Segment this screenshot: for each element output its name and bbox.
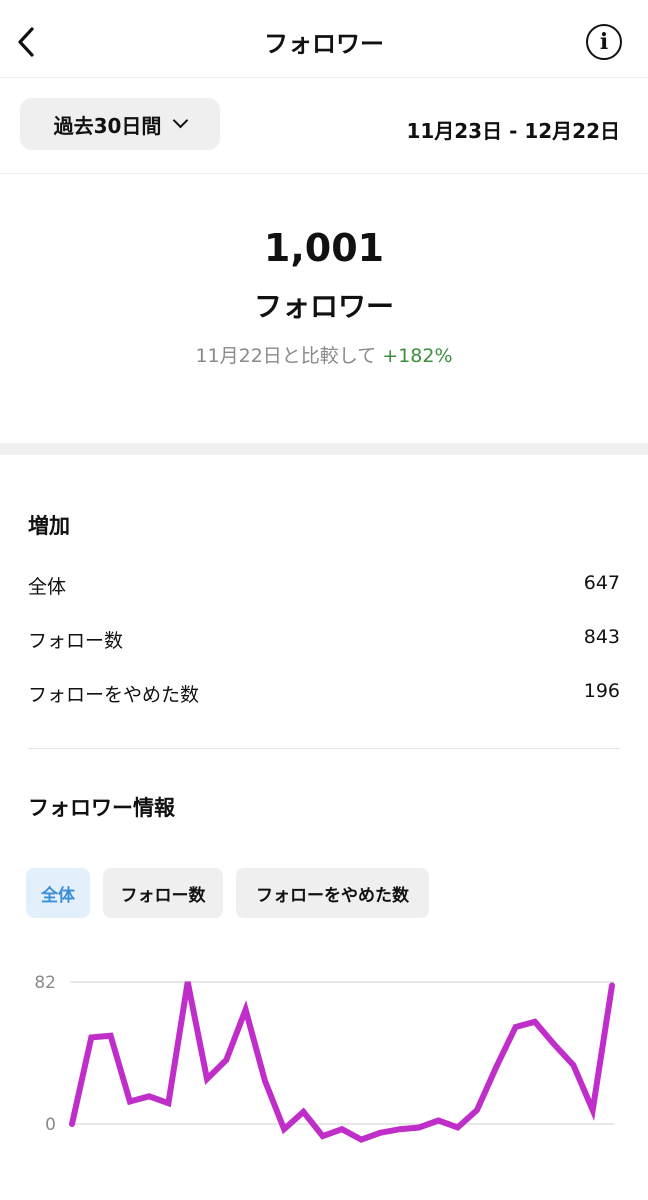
tab-follows[interactable]: フォロー数	[103, 868, 223, 918]
tab-unfollows[interactable]: フォローをやめた数	[236, 868, 429, 918]
follower-summary: 1,001 フォロワー 11月22日と比較して +182%	[0, 175, 648, 443]
date-range: 11月23日 - 12月22日	[406, 119, 620, 143]
y-tick-label: 0	[45, 1115, 56, 1135]
stat-label: フォローをやめた数	[28, 684, 200, 706]
period-dropdown[interactable]: 過去30日間	[20, 98, 220, 150]
y-tick-label: 82	[34, 973, 56, 993]
page-title: フォロワー	[264, 30, 384, 58]
info-button[interactable]: i	[586, 24, 622, 60]
stat-value: 647	[583, 572, 620, 594]
info-icon: i	[599, 29, 609, 55]
stat-row-unfollows: フォローをやめた数 196	[28, 680, 620, 710]
stat-label: フォロー数	[28, 630, 124, 652]
divider	[28, 748, 620, 749]
compare-change: +182%	[382, 345, 453, 367]
period-label: 過去30日間	[53, 113, 162, 138]
series-line	[69, 981, 615, 1143]
app-header: フォロワー i	[0, 0, 648, 78]
growth-title: 増加	[28, 514, 70, 538]
stat-label: 全体	[28, 576, 67, 598]
follower-total: 1,001	[263, 226, 385, 270]
section-separator	[0, 443, 648, 455]
compare-date-text: 11月22日と比較して	[195, 345, 377, 367]
stat-value: 843	[583, 626, 620, 648]
compare-text: 11月22日と比較して +182%	[0, 341, 648, 368]
follower-info-title: フォロワー情報	[28, 796, 175, 820]
stat-row-follows: フォロー数 843	[28, 626, 620, 656]
chevron-down-icon	[173, 112, 189, 129]
stat-row-total: 全体 647	[28, 572, 620, 602]
follower-line-chart: 82 0	[34, 973, 615, 1143]
follower-total-label: フォロワー	[253, 290, 394, 323]
tab-all[interactable]: 全体	[26, 868, 90, 918]
filter-row: 過去30日間 11月23日 - 12月22日	[0, 79, 648, 174]
stat-value: 196	[583, 680, 620, 702]
